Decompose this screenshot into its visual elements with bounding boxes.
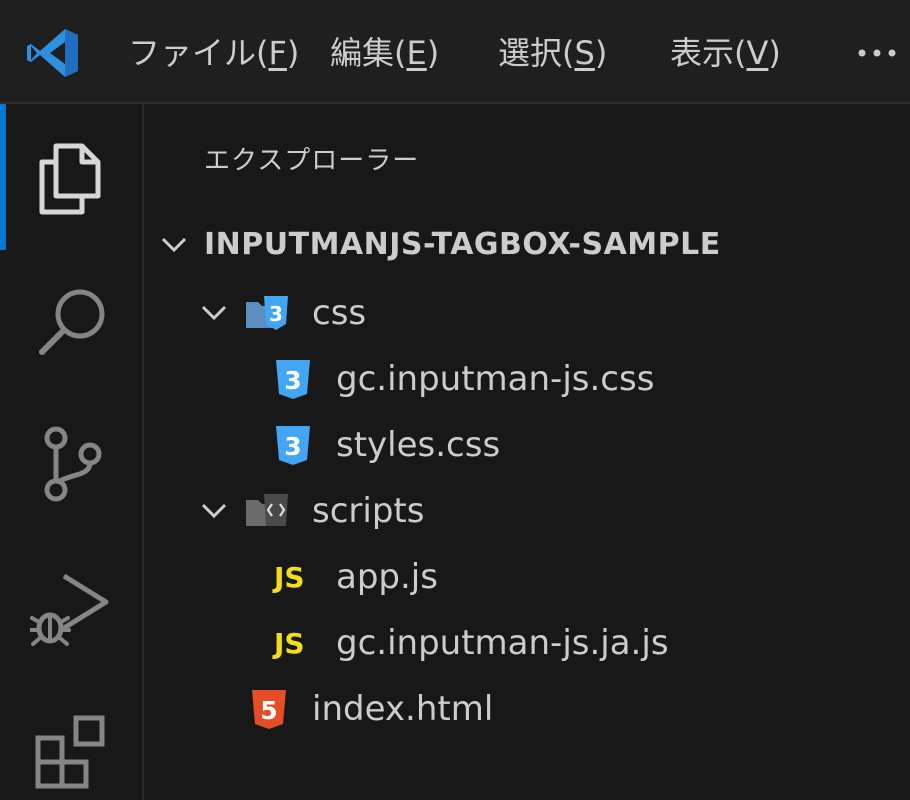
chevron-down-icon: [161, 237, 187, 253]
svg-text:3: 3: [284, 432, 301, 461]
menu-selection[interactable]: 選択(S): [498, 30, 607, 76]
menu-selection-label: 選択(: [498, 34, 575, 72]
file-styles-css[interactable]: 3 styles.css: [144, 412, 910, 478]
file-gc-inputman-css[interactable]: 3 gc.inputman-js.css: [144, 346, 910, 412]
folder-scripts[interactable]: scripts: [144, 478, 910, 544]
active-indicator: [0, 104, 6, 250]
file-label: app.js: [336, 557, 438, 597]
file-app-js[interactable]: JS app.js: [144, 544, 910, 610]
menu-view[interactable]: 表示(V): [670, 30, 781, 76]
menu-view-close: ): [768, 34, 781, 72]
menu-view-label: 表示(: [670, 34, 747, 72]
menu-view-mnemonic: V: [746, 34, 769, 72]
explorer-panel: エクスプローラー INPUTMANJS-TAGBOX-SAMPLE 3 css …: [144, 104, 910, 800]
css-file-icon: 3: [276, 426, 310, 465]
run-debug-icon[interactable]: [29, 570, 112, 652]
file-label: index.html: [312, 689, 494, 729]
svg-text:5: 5: [260, 696, 277, 725]
menu-bar: ファイル(F) 編集(E) 選択(S) 表示(V): [0, 0, 910, 104]
html-file-icon: 5: [252, 690, 286, 729]
menu-file-label: ファイル(: [128, 34, 269, 72]
file-index-html[interactable]: 5 index.html: [144, 676, 910, 742]
scripts-folder-icon: [246, 494, 288, 526]
menu-selection-mnemonic: S: [574, 34, 595, 72]
extensions-icon[interactable]: [30, 710, 112, 792]
explorer-icon[interactable]: [30, 138, 112, 220]
chevron-down-icon: [201, 305, 227, 321]
menu-selection-close: ): [594, 34, 608, 72]
file-label: gc.inputman-js.css: [336, 359, 655, 399]
menu-file-close: ): [286, 34, 300, 72]
explorer-title: エクスプローラー: [204, 146, 420, 176]
menu-edit-close: ): [426, 34, 440, 72]
svg-text:3: 3: [284, 366, 301, 395]
file-label: gc.inputman-js.ja.js: [336, 623, 669, 663]
js-file-icon: JS: [274, 627, 305, 660]
css-folder-icon: 3: [246, 296, 288, 330]
folder-css[interactable]: 3 css: [144, 280, 910, 346]
workspace-root-label: INPUTMANJS-TAGBOX-SAMPLE: [204, 227, 721, 262]
activity-bar: [0, 104, 144, 800]
menu-file-mnemonic: F: [268, 34, 287, 72]
menu-edit-mnemonic: E: [406, 34, 427, 72]
folder-scripts-label: scripts: [312, 491, 425, 531]
menu-edit-label: 編集(: [330, 34, 407, 72]
vscode-logo-icon: [26, 27, 80, 79]
workspace-root[interactable]: INPUTMANJS-TAGBOX-SAMPLE: [144, 212, 910, 278]
menu-edit[interactable]: 編集(E): [330, 30, 439, 76]
css-file-icon: 3: [276, 360, 310, 399]
folder-css-label: css: [312, 293, 367, 333]
ellipsis-icon[interactable]: [856, 38, 898, 68]
search-icon[interactable]: [30, 282, 112, 364]
file-label: styles.css: [336, 425, 501, 465]
source-control-icon[interactable]: [30, 424, 112, 506]
svg-text:3: 3: [269, 302, 283, 326]
menu-file[interactable]: ファイル(F): [128, 30, 299, 76]
chevron-down-icon: [201, 503, 227, 519]
file-gc-inputman-ja-js[interactable]: JS gc.inputman-js.ja.js: [144, 610, 910, 676]
js-file-icon: JS: [274, 561, 305, 594]
